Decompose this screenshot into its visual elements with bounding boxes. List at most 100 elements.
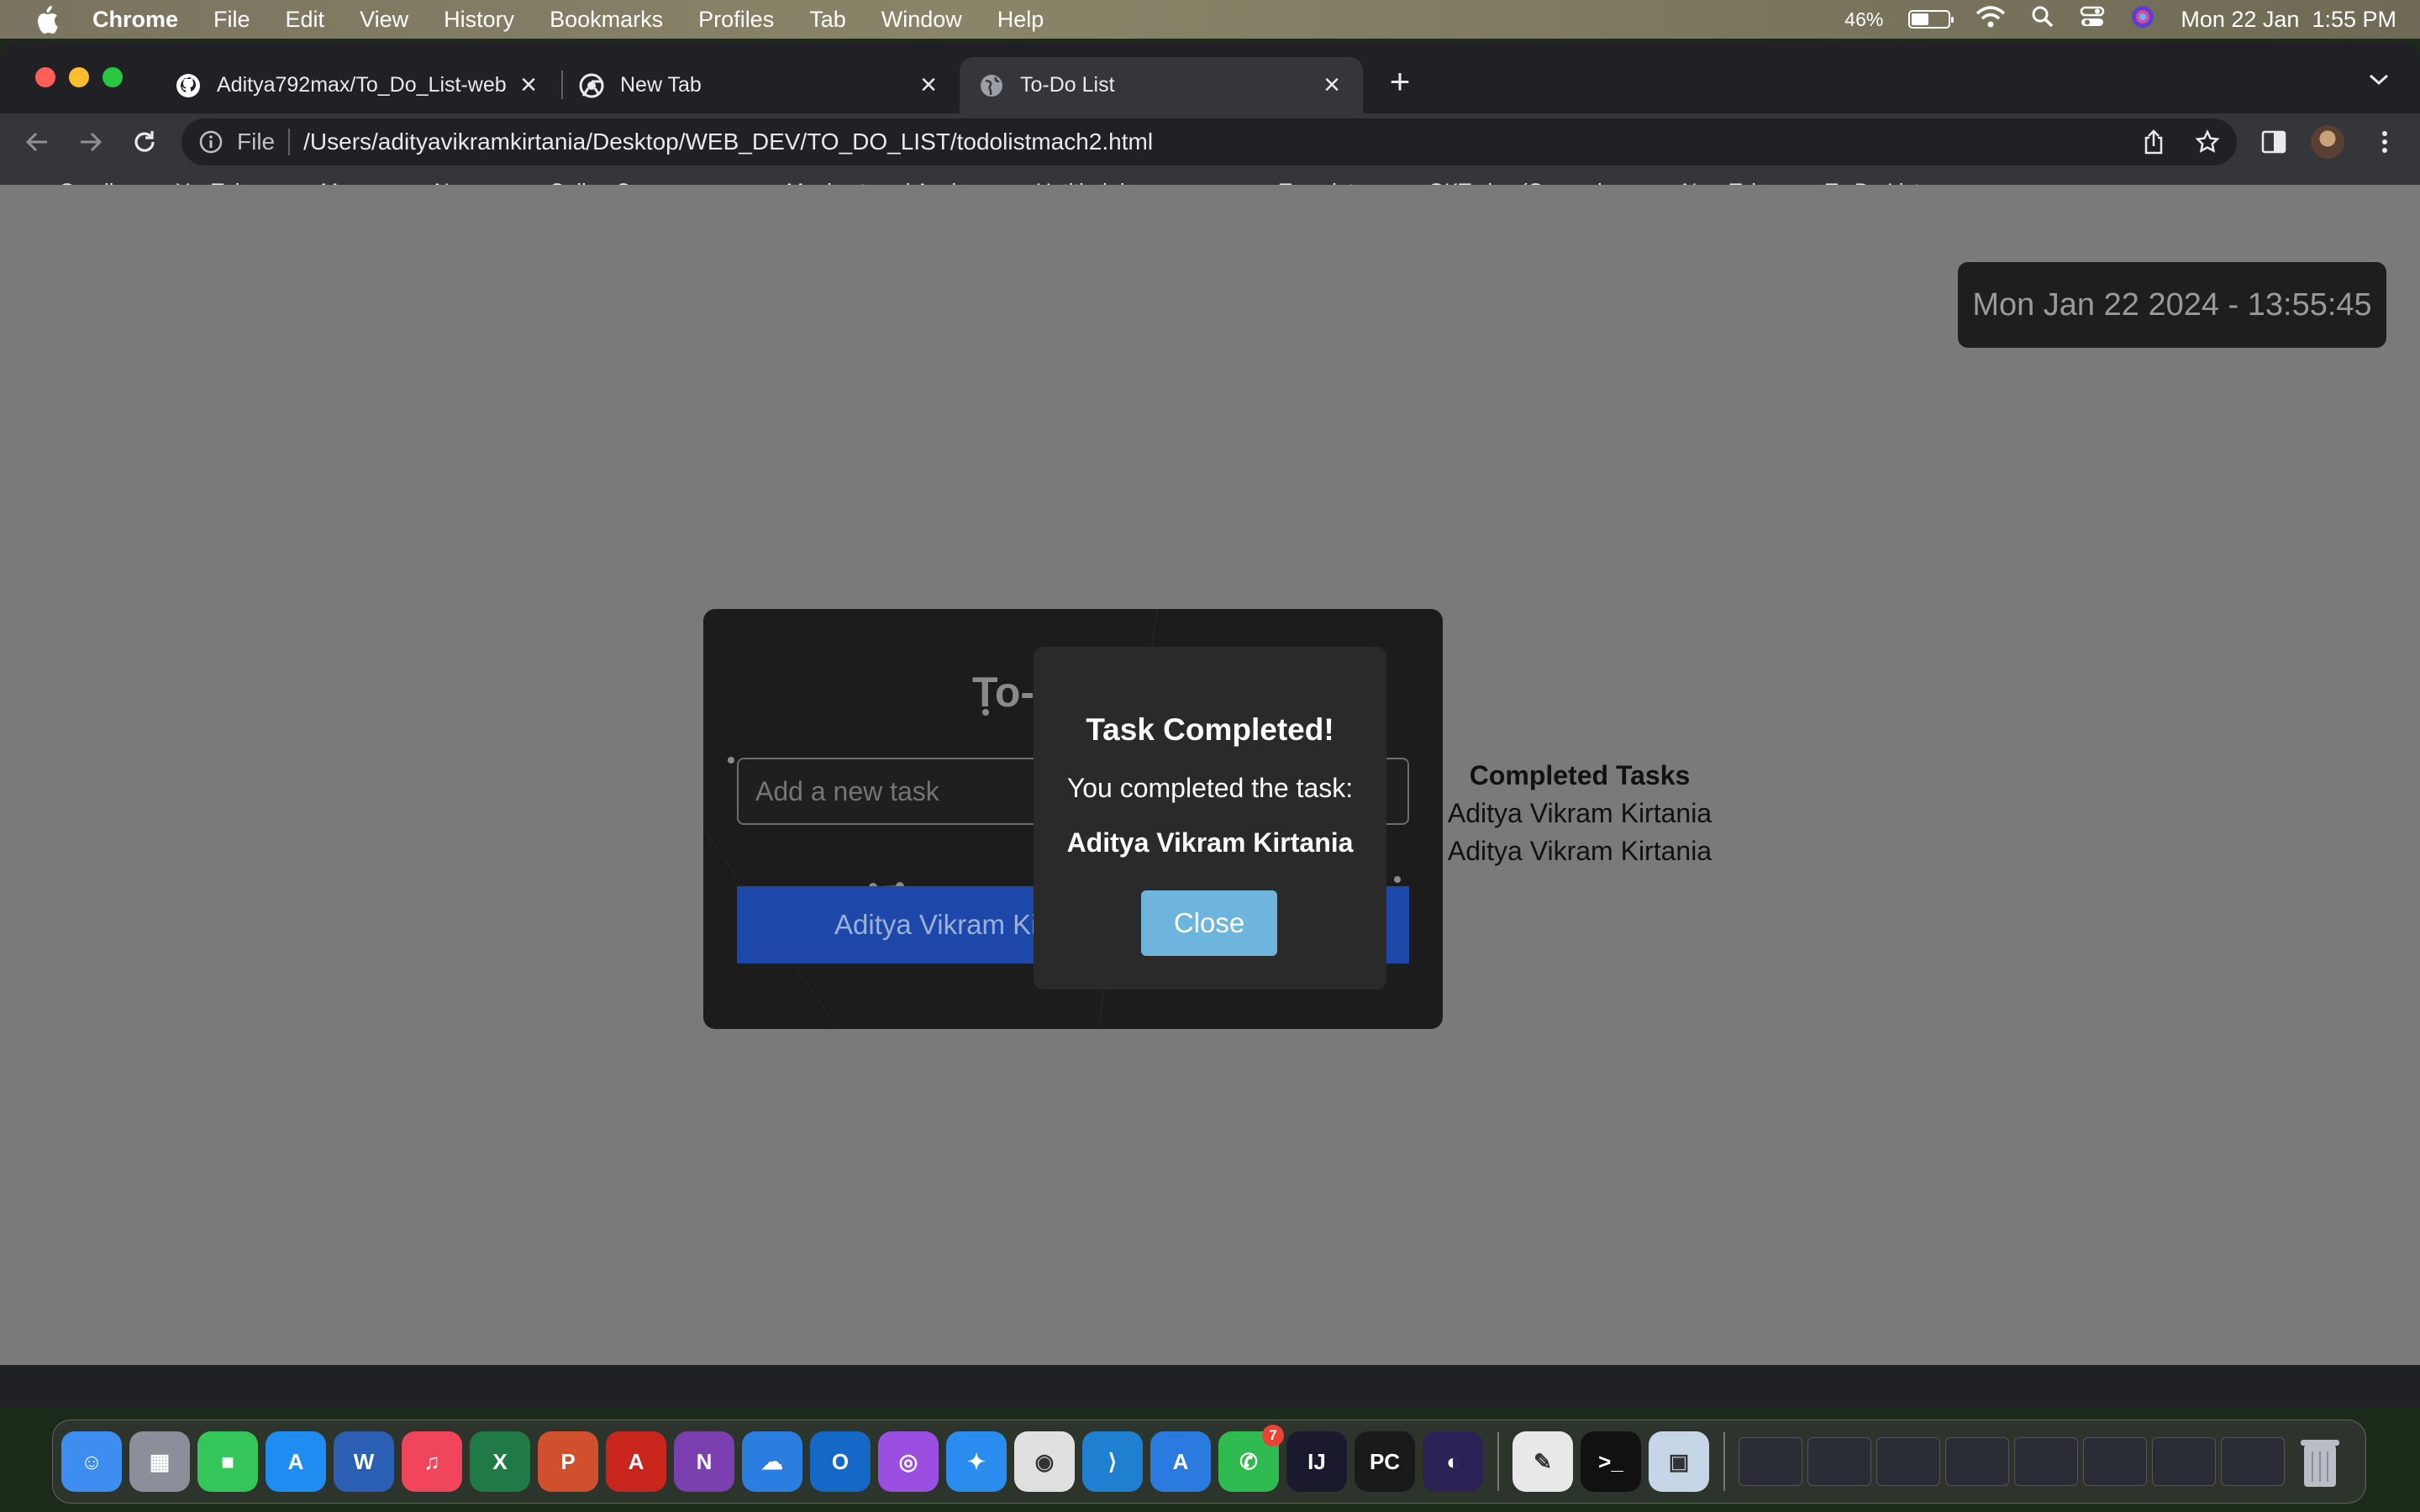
tab-title: To-Do List bbox=[1020, 73, 1115, 97]
site-info-icon[interactable] bbox=[198, 129, 224, 155]
textedit-icon[interactable]: ✎ bbox=[1512, 1431, 1573, 1492]
modal-task-name: Aditya Vikram Kirtania bbox=[1066, 827, 1354, 858]
app-store-icon[interactable]: A bbox=[266, 1431, 326, 1492]
completed-task-item: Aditya Vikram Kirtania bbox=[1447, 836, 1712, 866]
trash-icon[interactable] bbox=[2290, 1431, 2350, 1492]
menu-window[interactable]: Window bbox=[881, 7, 962, 33]
battery-percent: 46% bbox=[1844, 8, 1884, 30]
close-tab-icon[interactable]: × bbox=[1319, 71, 1344, 99]
side-panel-icon[interactable] bbox=[2257, 125, 2291, 159]
reload-icon[interactable] bbox=[129, 127, 160, 157]
pycharm-icon[interactable]: PC bbox=[1355, 1431, 1415, 1492]
url-text[interactable]: /Users/adityavikramkirtania/Desktop/WEB_… bbox=[303, 129, 1153, 155]
onedrive-icon[interactable]: ☁ bbox=[742, 1431, 802, 1492]
menu-tab[interactable]: Tab bbox=[809, 7, 846, 33]
forward-arrow-icon[interactable] bbox=[76, 127, 106, 157]
url-scheme-label: File bbox=[237, 129, 276, 155]
menu-app-name[interactable]: Chrome bbox=[92, 7, 178, 33]
back-arrow-icon[interactable] bbox=[22, 127, 52, 157]
facetime-icon[interactable]: ■ bbox=[197, 1431, 258, 1492]
completed-task-item: Aditya Vikram Kirtania bbox=[1447, 798, 1712, 828]
macos-menu-bar: Chrome File Edit View History Bookmarks … bbox=[0, 0, 2420, 39]
menu-help[interactable]: Help bbox=[997, 7, 1044, 33]
xcode-icon[interactable]: A bbox=[1150, 1431, 1211, 1492]
acrobat-icon[interactable]: A bbox=[606, 1431, 666, 1492]
menu-bookmarks[interactable]: Bookmarks bbox=[550, 7, 663, 33]
launchpad-icon[interactable]: ▦ bbox=[129, 1431, 190, 1492]
menubar-datetime[interactable]: Mon 22 Jan 1:55 PM bbox=[2181, 7, 2396, 33]
vscode-icon[interactable]: ⟩ bbox=[1082, 1431, 1143, 1492]
podcasts-icon[interactable]: ◎ bbox=[878, 1431, 939, 1492]
minimized-window-thumbnail[interactable] bbox=[1945, 1437, 2009, 1486]
outlook-icon[interactable]: O bbox=[810, 1431, 871, 1492]
powerpoint-icon[interactable]: P bbox=[538, 1431, 598, 1492]
modal-title: Task Completed! bbox=[1086, 712, 1334, 747]
menu-view[interactable]: View bbox=[360, 7, 408, 33]
completed-tasks-panel: Completed Tasks Aditya Vikram Kirtania A… bbox=[1428, 760, 1731, 874]
close-button[interactable]: Close bbox=[1141, 890, 1277, 956]
whatsapp-icon[interactable]: ✆ 7 bbox=[1218, 1425, 1284, 1492]
minimized-window-thumbnail[interactable] bbox=[2221, 1437, 2285, 1486]
chrome-icon[interactable]: ◉ bbox=[1014, 1431, 1075, 1492]
globe-icon bbox=[978, 72, 1005, 99]
github-icon bbox=[175, 72, 202, 99]
tab-title: New Tab bbox=[620, 73, 702, 97]
share-icon[interactable] bbox=[2141, 129, 2166, 155]
close-window-button[interactable] bbox=[35, 67, 55, 87]
chrome-icon bbox=[578, 72, 605, 99]
menu-profiles[interactable]: Profiles bbox=[698, 7, 774, 33]
more-menu-icon[interactable] bbox=[2368, 125, 2402, 159]
control-center-icon[interactable] bbox=[2080, 5, 2105, 34]
url-divider bbox=[288, 129, 291, 155]
menu-file[interactable]: File bbox=[213, 7, 250, 33]
onenote-icon[interactable]: N bbox=[674, 1431, 734, 1492]
app-title: To- bbox=[972, 669, 1035, 716]
minimized-window-thumbnail[interactable] bbox=[1807, 1437, 1871, 1486]
wifi-icon[interactable] bbox=[1975, 5, 2006, 34]
profile-avatar[interactable] bbox=[2311, 125, 2344, 159]
dock-separator bbox=[1497, 1432, 1499, 1491]
minimized-window-thumbnail[interactable] bbox=[1739, 1437, 1802, 1486]
browser-toolbar: File /Users/adityavikramkirtania/Desktop… bbox=[0, 113, 2420, 171]
tab-new-tab[interactable]: New Tab × bbox=[560, 57, 960, 113]
page-content: Mon Jan 22 2024 - 13:55:45 To- Aditya Vi… bbox=[0, 185, 2420, 1365]
address-bar[interactable]: File /Users/adityavikramkirtania/Desktop… bbox=[182, 118, 2237, 165]
finder-icon[interactable]: ☺ bbox=[61, 1431, 122, 1492]
zoom-window-button[interactable] bbox=[103, 67, 123, 87]
dock-separator bbox=[1723, 1432, 1725, 1491]
minimized-window-thumbnail[interactable] bbox=[2083, 1437, 2147, 1486]
minimized-window-thumbnail[interactable] bbox=[2014, 1437, 2078, 1486]
menu-history[interactable]: History bbox=[444, 7, 514, 33]
tab-todo-list[interactable]: To-Do List × bbox=[960, 57, 1363, 113]
minimize-window-button[interactable] bbox=[69, 67, 89, 87]
clock-display: Mon Jan 22 2024 - 13:55:45 bbox=[1958, 262, 2386, 348]
spotlight-search-icon[interactable] bbox=[2031, 5, 2054, 34]
tab-search-chevron-icon[interactable] bbox=[2368, 72, 2390, 92]
safari-icon[interactable]: ✦ bbox=[946, 1431, 1007, 1492]
tab-title: Aditya792max/To_Do_List-web bbox=[217, 73, 507, 97]
intellij-icon[interactable]: IJ bbox=[1286, 1431, 1347, 1492]
word-icon[interactable]: W bbox=[334, 1431, 394, 1492]
eclipse-icon[interactable]: ◐ bbox=[1423, 1431, 1483, 1492]
terminal-icon[interactable]: >_ bbox=[1581, 1431, 1641, 1492]
excel-icon[interactable]: X bbox=[470, 1431, 530, 1492]
battery-icon[interactable] bbox=[1908, 10, 1954, 29]
modal-message: You completed the task: bbox=[1066, 773, 1354, 803]
minimized-window-thumbnail[interactable] bbox=[2152, 1437, 2216, 1486]
completed-tasks-heading: Completed Tasks bbox=[1469, 760, 1691, 790]
minimized-window-thumbnail[interactable] bbox=[1876, 1437, 1940, 1486]
tab-github[interactable]: Aditya792max/To_Do_List-web × bbox=[156, 57, 560, 113]
music-icon[interactable]: ♫ bbox=[402, 1431, 462, 1492]
new-tab-button[interactable]: + bbox=[1385, 64, 1415, 99]
macos-dock: ☺ ▦ ■ A W ♫ X P A N ☁ O ◎ ✦ ◉ ⟩ A ✆ 7 IJ PC ◐ ✎ >_ ▣ bbox=[52, 1420, 2366, 1504]
close-tab-icon[interactable]: × bbox=[516, 71, 541, 99]
bookmark-star-icon[interactable] bbox=[2195, 129, 2220, 155]
apple-icon[interactable] bbox=[30, 3, 64, 36]
close-tab-icon[interactable]: × bbox=[916, 71, 941, 99]
task-completed-modal: Task Completed! You completed the task: … bbox=[1034, 647, 1386, 990]
notification-badge: 7 bbox=[1262, 1425, 1284, 1446]
menu-edit[interactable]: Edit bbox=[286, 7, 325, 33]
tab-strip: Aditya792max/To_Do_List-web × New Tab × … bbox=[0, 42, 2420, 113]
preview-icon[interactable]: ▣ bbox=[1649, 1431, 1709, 1492]
siri-icon[interactable] bbox=[2130, 4, 2155, 35]
